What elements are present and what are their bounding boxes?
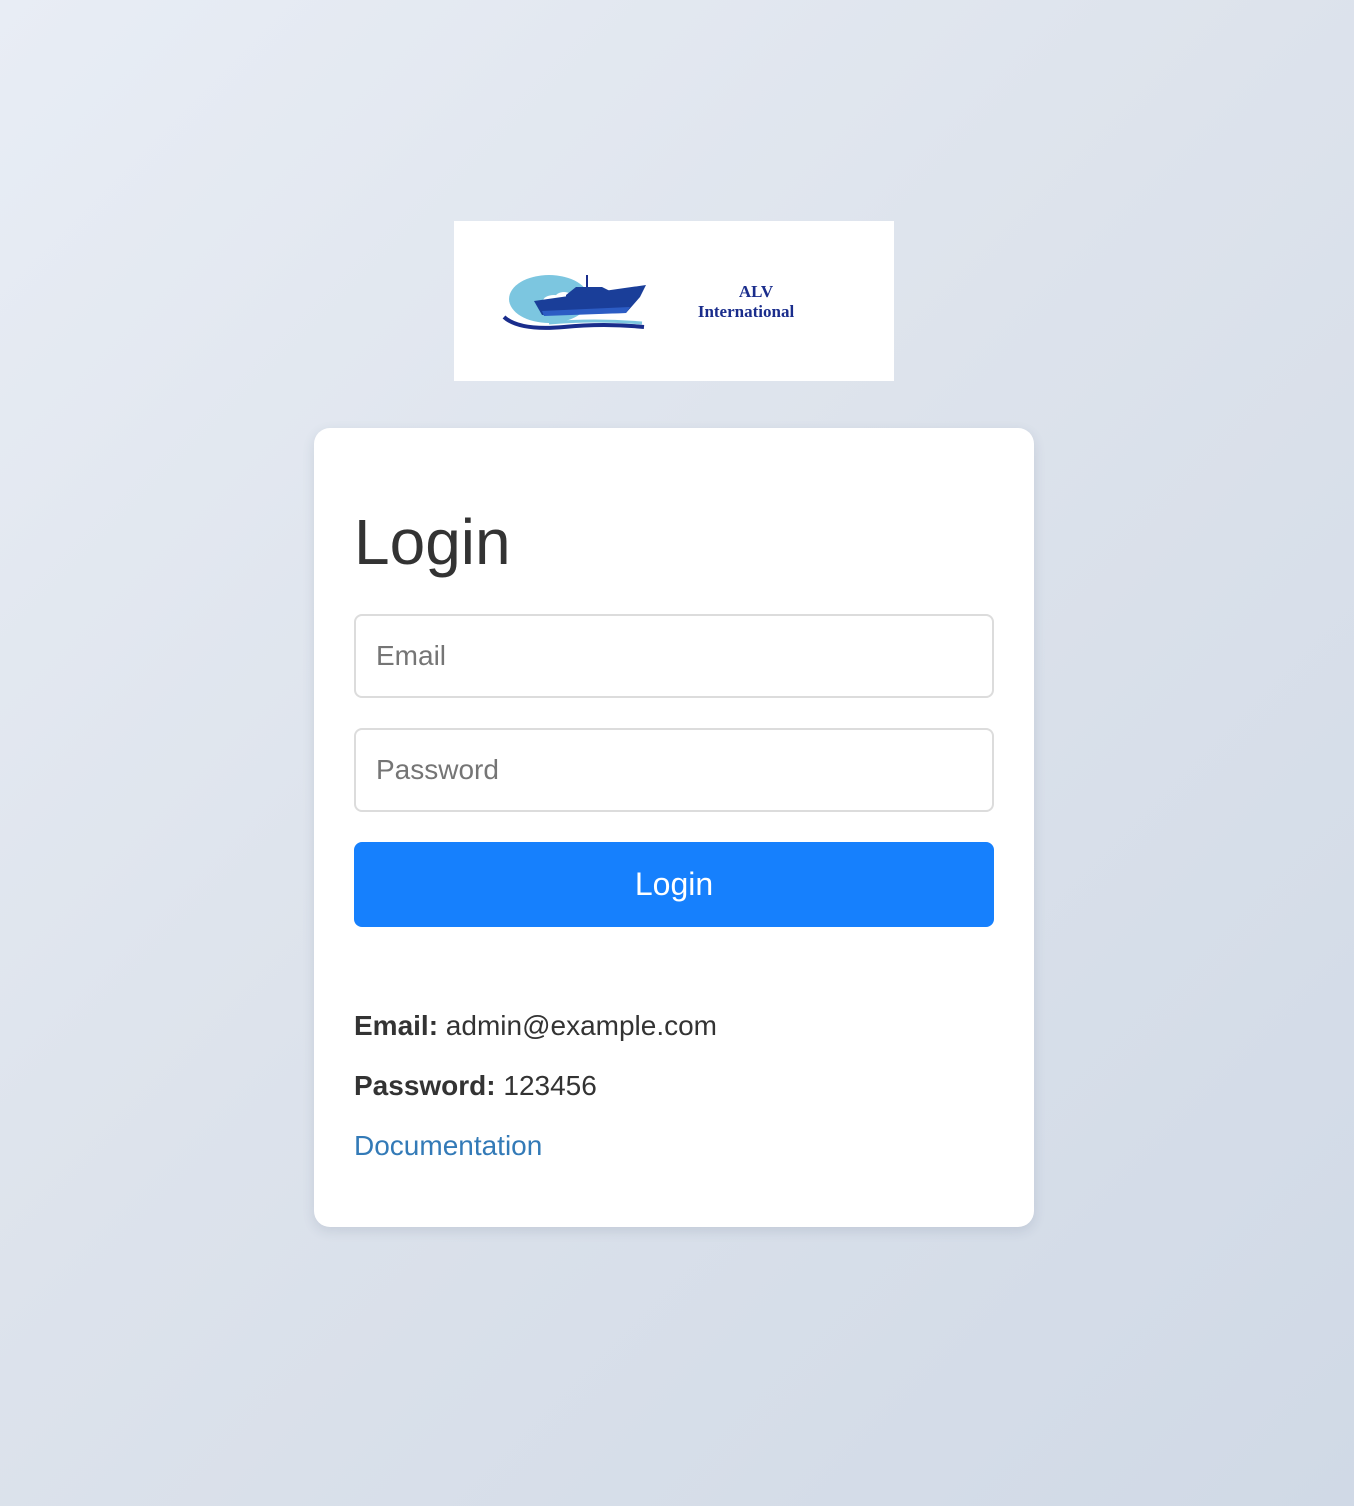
demo-email-label: Email: — [354, 1010, 439, 1041]
logo-line1: ALV — [739, 282, 774, 301]
page-title: Login — [354, 506, 511, 578]
demo-password-value: 123456 — [495, 1070, 597, 1101]
logo-line2: International — [698, 302, 795, 321]
password-field[interactable] — [354, 728, 994, 812]
demo-password-line: Password: 123456 — [354, 1068, 597, 1104]
demo-password-label: Password: — [354, 1070, 496, 1101]
demo-email-value: admin@example.com — [438, 1010, 718, 1041]
login-card: Login Login Email: admin@example.com Pas… — [314, 428, 1034, 1227]
email-field[interactable] — [354, 614, 994, 698]
login-button[interactable]: Login — [354, 842, 994, 927]
company-logo: ALV International — [454, 221, 894, 381]
documentation-link[interactable]: Documentation — [354, 1128, 542, 1164]
ship-logo-icon: ALV International — [502, 275, 795, 330]
demo-email-line: Email: admin@example.com — [354, 1008, 717, 1044]
